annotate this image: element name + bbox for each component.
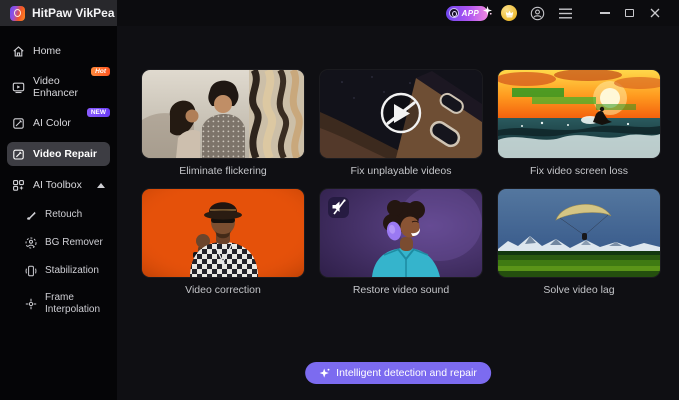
sidebar-item-label: Video Enhancer (33, 75, 105, 99)
stabilization-icon (25, 265, 37, 277)
sidebar-subitem-label: BG Remover (45, 237, 103, 249)
bg-remover-icon (25, 237, 37, 249)
card-label: Eliminate flickering (142, 165, 304, 178)
menu-button[interactable] (558, 6, 573, 21)
sidebar-item-video-repair[interactable]: Video Repair (7, 142, 110, 166)
chevron-up-icon[interactable] (97, 183, 105, 188)
card-thumbnail[interactable] (142, 70, 304, 158)
sidebar-item-video-enhancer[interactable]: Video Enhancer Hot (7, 70, 110, 104)
lagging-video-preview (498, 189, 660, 277)
card-thumbnail[interactable] (142, 189, 304, 277)
card-label: Fix unplayable videos (320, 165, 482, 178)
card-solve-video-lag[interactable]: Solve video lag (498, 189, 660, 297)
titlebar: HitPaw VikPea APP (0, 0, 679, 26)
card-fix-unplayable-videos[interactable]: Fix unplayable videos (320, 70, 482, 178)
close-icon (650, 8, 660, 18)
color-correction-video-preview (142, 189, 304, 277)
crown-icon (504, 8, 515, 19)
flickering-video-preview (142, 70, 304, 158)
vip-crown-button[interactable] (501, 5, 517, 21)
main-content: Eliminate flickering (117, 26, 679, 400)
repair-options-grid: Eliminate flickering (117, 26, 679, 297)
sidebar-subitem-stabilization[interactable]: Stabilization (7, 260, 110, 282)
card-eliminate-flickering[interactable]: Eliminate flickering (142, 70, 304, 178)
card-label: Restore video sound (320, 284, 482, 297)
sparkle-icon (483, 2, 492, 20)
ai-color-icon (12, 117, 25, 130)
card-thumbnail[interactable] (320, 70, 482, 158)
sidebar-item-ai-color[interactable]: AI Color NEW (7, 111, 110, 135)
sidebar-subitem-label: Frame Interpolation (45, 292, 106, 315)
card-restore-video-sound[interactable]: Restore video sound (320, 189, 482, 297)
home-icon (12, 45, 25, 58)
sidebar-subitem-frame-interpolation[interactable]: Frame Interpolation (7, 288, 110, 319)
hot-badge: Hot (91, 67, 110, 76)
card-fix-video-screen-loss[interactable]: Fix video screen loss (498, 70, 660, 178)
hamburger-menu-icon (559, 8, 572, 19)
card-thumbnail[interactable] (498, 70, 660, 158)
sidebar-subitem-label: Retouch (45, 209, 82, 221)
app-logo-icon (10, 6, 25, 21)
card-label: Fix video screen loss (498, 165, 660, 178)
sidebar-item-label: Home (33, 45, 61, 57)
account-button[interactable] (530, 6, 545, 21)
titlebar-actions: APP (446, 2, 679, 24)
sidebar-subitem-label: Stabilization (45, 265, 99, 277)
app-brand: HitPaw VikPea (0, 0, 117, 26)
retouch-icon (25, 209, 37, 221)
sidebar: Home Video Enhancer Hot AI Color NEW (0, 26, 117, 400)
intelligent-detection-button[interactable]: Intelligent detection and repair (305, 362, 491, 384)
sidebar-item-ai-toolbox[interactable]: AI Toolbox (7, 173, 110, 197)
card-video-correction[interactable]: Video correction (142, 189, 304, 297)
app-pill-label: APP (462, 9, 479, 18)
sidebar-subitem-bg-remover[interactable]: BG Remover (7, 232, 110, 254)
minimize-icon (600, 12, 610, 13)
card-thumbnail[interactable] (320, 189, 482, 277)
sidebar-subitem-retouch[interactable]: Retouch (7, 204, 110, 226)
new-badge: NEW (87, 108, 110, 117)
sidebar-item-home[interactable]: Home (7, 39, 110, 63)
sidebar-item-label: AI Color (33, 117, 71, 129)
sidebar-item-label: Video Repair (33, 148, 97, 160)
maximize-button[interactable] (617, 2, 642, 24)
video-repair-icon (12, 148, 25, 161)
maximize-icon (625, 9, 634, 18)
screen-loss-video-preview (498, 70, 660, 158)
ai-toolbox-icon (12, 179, 25, 192)
minimize-button[interactable] (592, 2, 617, 24)
sidebar-item-label: AI Toolbox (33, 179, 82, 191)
app-pill-logo-icon (449, 8, 459, 18)
close-button[interactable] (642, 2, 667, 24)
unplayable-video-preview (320, 70, 482, 158)
window-controls (592, 2, 667, 24)
card-label: Solve video lag (498, 284, 660, 297)
video-enhancer-icon (12, 81, 25, 94)
frame-interpolation-icon (25, 298, 37, 310)
card-thumbnail[interactable] (498, 189, 660, 277)
muted-video-preview (320, 189, 482, 277)
app-title: HitPaw VikPea (32, 6, 115, 20)
mobile-app-badge[interactable]: APP (446, 6, 488, 21)
card-label: Video correction (142, 284, 304, 297)
sparkle-icon (319, 368, 330, 379)
account-icon (530, 6, 545, 21)
intelligent-detection-label: Intelligent detection and repair (336, 367, 477, 379)
